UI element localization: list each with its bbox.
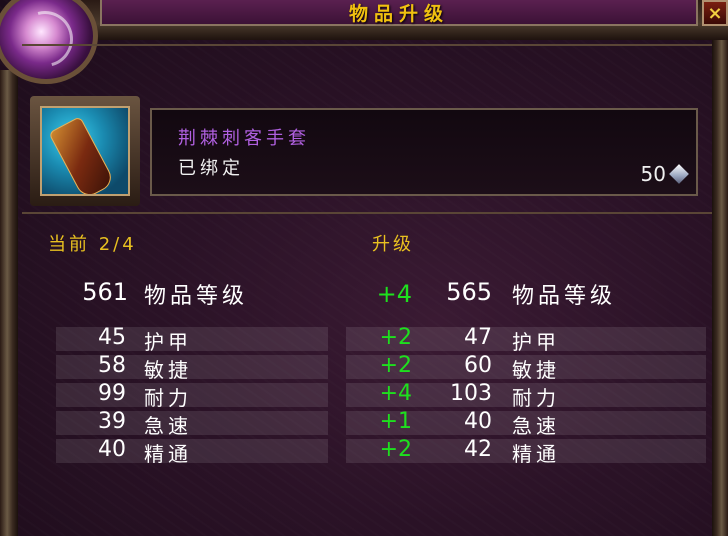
stat-new-label: 敏捷 bbox=[512, 358, 560, 382]
stat-increase: +2 bbox=[379, 437, 412, 462]
close-icon: × bbox=[707, 2, 723, 24]
stat-row-haste: 39 急速 +1 40 急速 bbox=[0, 409, 728, 438]
crystal-icon bbox=[669, 164, 689, 184]
cost-amount: 50 bbox=[640, 162, 666, 186]
header-divider bbox=[22, 44, 712, 46]
stat-current: 99 bbox=[98, 381, 126, 406]
stat-increase: +1 bbox=[379, 409, 412, 434]
stat-current: 45 bbox=[98, 325, 126, 350]
section-divider bbox=[22, 212, 712, 214]
stat-current: 40 bbox=[98, 437, 126, 462]
stat-new: 40 bbox=[464, 409, 492, 434]
stat-new: 47 bbox=[464, 325, 492, 350]
stat-label: 精通 bbox=[144, 442, 192, 466]
stat-row-agility: 58 敏捷 +2 60 敏捷 bbox=[0, 353, 728, 382]
stat-increase: +2 bbox=[379, 325, 412, 350]
stat-new: 103 bbox=[450, 381, 492, 406]
item-level-increase: +4 bbox=[376, 280, 412, 308]
stat-label: 护甲 bbox=[144, 330, 192, 354]
bind-status: 已绑定 bbox=[178, 158, 244, 179]
close-button[interactable]: × bbox=[702, 0, 728, 26]
stat-new: 60 bbox=[464, 353, 492, 378]
new-item-level: 565 bbox=[446, 278, 492, 306]
item-slot[interactable] bbox=[30, 96, 140, 206]
stat-increase: +2 bbox=[379, 353, 412, 378]
stat-list: 45 护甲 +2 47 护甲 58 敏捷 +2 60 敏捷 99 耐力 +4 1… bbox=[0, 325, 728, 466]
stat-row-armor: 45 护甲 +2 47 护甲 bbox=[0, 325, 728, 354]
stat-label: 耐力 bbox=[144, 386, 192, 410]
stat-increase: +4 bbox=[379, 381, 412, 406]
new-item-level-label: 物品等级 bbox=[512, 284, 617, 309]
stat-current: 39 bbox=[98, 409, 126, 434]
window-title: 物品升级 bbox=[348, 2, 449, 25]
frame-border-left bbox=[0, 70, 18, 536]
upgrade-header: 升级 bbox=[372, 234, 414, 255]
item-info-panel: 荆棘刺客手套 已绑定 50 bbox=[150, 108, 698, 196]
stat-row-mastery: 40 精通 +2 42 精通 bbox=[0, 437, 728, 466]
item-name[interactable]: 荆棘刺客手套 bbox=[178, 124, 310, 150]
stat-row-stamina: 99 耐力 +4 103 耐力 bbox=[0, 381, 728, 410]
stat-current: 58 bbox=[98, 353, 126, 378]
stat-new-label: 护甲 bbox=[512, 330, 560, 354]
title-plate: 物品升级 bbox=[100, 0, 698, 26]
stat-label: 敏捷 bbox=[144, 358, 192, 382]
current-item-level: 561 bbox=[82, 278, 128, 306]
glove-icon[interactable] bbox=[40, 106, 130, 196]
stat-new-label: 精通 bbox=[512, 442, 560, 466]
current-header: 当前 2/4 bbox=[48, 234, 137, 255]
stat-new-label: 急速 bbox=[512, 414, 560, 438]
stat-new: 42 bbox=[464, 437, 492, 462]
stat-label: 急速 bbox=[144, 414, 192, 438]
stat-new-label: 耐力 bbox=[512, 386, 560, 410]
upgrade-cost: 50 bbox=[640, 162, 689, 186]
current-item-level-label: 物品等级 bbox=[144, 284, 249, 309]
